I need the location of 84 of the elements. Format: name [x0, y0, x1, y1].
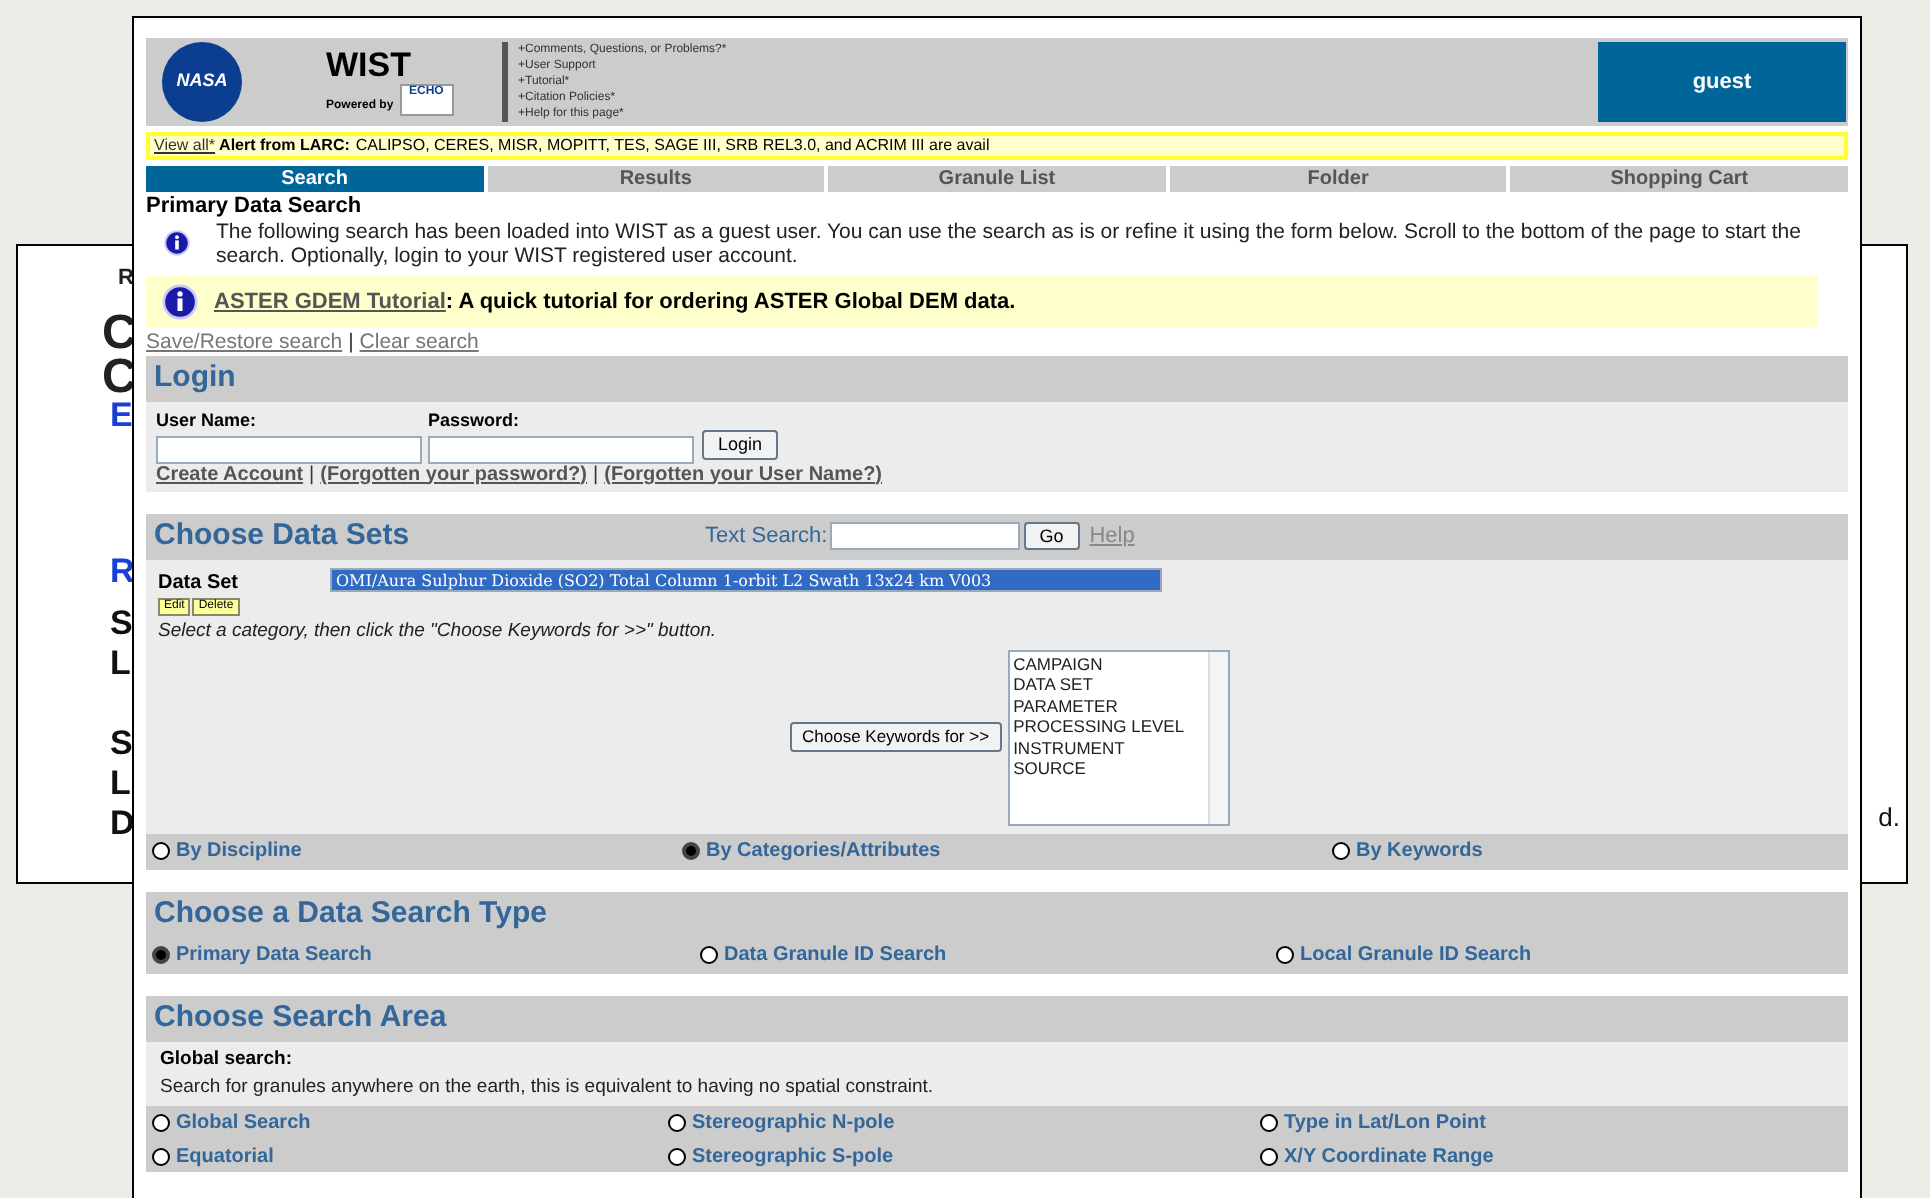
radio-button[interactable]: [152, 1114, 170, 1133]
option-label[interactable]: X/Y Coordinate Range: [1284, 1142, 1494, 1173]
radio-button[interactable]: [1260, 1114, 1278, 1133]
list-option[interactable]: PROCESSING LEVEL: [1013, 716, 1208, 738]
alert-label: Alert from LARC:: [219, 136, 350, 156]
text-search-field[interactable]: [829, 522, 1020, 550]
list-option[interactable]: INSTRUMENT: [1013, 737, 1208, 759]
text-fragment: L: [110, 642, 131, 686]
option-label[interactable]: Global Search: [176, 1108, 311, 1139]
text-fragment: S: [110, 602, 133, 646]
list-option[interactable]: PARAMETER: [1013, 695, 1208, 717]
option-label[interactable]: By Discipline: [176, 836, 302, 867]
note-title: Global search:: [160, 1045, 294, 1074]
radio-button[interactable]: [1260, 1148, 1278, 1167]
tab[interactable]: Granule List: [828, 166, 1166, 192]
text-fragment: E: [110, 394, 133, 438]
section-title: Choose Search Area: [154, 998, 447, 1038]
info-icon: [164, 230, 190, 256]
info-icon: [162, 284, 198, 320]
login-link[interactable]: (Forgotten your password?): [320, 463, 587, 487]
tab[interactable]: Shopping Cart: [1510, 166, 1848, 192]
data-set-label: Data Set: [158, 569, 241, 597]
field-label: Password:: [428, 408, 522, 434]
list-option[interactable]: CAMPAIGN: [1013, 653, 1208, 675]
login-link[interactable]: (Forgotten your User Name?): [604, 463, 883, 487]
text-fragment: d.: [1878, 800, 1900, 836]
tab[interactable]: Folder: [1169, 166, 1507, 192]
tutorial-link[interactable]: ASTER GDEM Tutorial: [214, 289, 446, 314]
radio-button[interactable]: [152, 946, 170, 965]
search-link[interactable]: Save/Restore search: [146, 330, 343, 354]
list-option[interactable]: DATA SET: [1013, 674, 1208, 696]
instruction-text: Select a category, then click the "Choose Keywords for >>" button.: [156, 617, 719, 645]
option-label[interactable]: Equatorial: [176, 1142, 274, 1173]
link-separator: |: [593, 463, 599, 487]
tutorial-text: ASTER GDEM Tutorial: A quick tutorial for ordering ASTER Global DEM data.: [214, 287, 1016, 318]
text-search-label: Text Search:: [705, 521, 828, 552]
login-button[interactable]: Login: [702, 429, 779, 459]
login-link[interactable]: Create Account: [156, 463, 304, 487]
text-fragment: C: [102, 304, 137, 360]
radio-button[interactable]: [668, 1148, 686, 1167]
radio-button[interactable]: [668, 1114, 686, 1133]
text-fragment: R: [118, 264, 134, 294]
section-title: Login: [154, 358, 236, 399]
option-label[interactable]: Primary Data Search: [176, 940, 372, 971]
radio-button[interactable]: [682, 842, 700, 861]
user-badge: guest: [1598, 42, 1846, 122]
alert-text: CALIPSO, CERES, MISR, MOPITT, TES, SAGE III, SRB REL3.0, and ACRIM III are avail: [355, 136, 990, 156]
app-title: WIST: [326, 48, 413, 84]
link-separator: |: [348, 330, 354, 354]
option-label[interactable]: By Categories/Attributes: [706, 836, 941, 867]
field-label: User Name:: [156, 408, 259, 434]
option-label[interactable]: By Keywords: [1356, 836, 1483, 867]
note-text: Search for granules anywhere on the earth, this is equivalent to having no spatial constraint.: [160, 1074, 936, 1102]
radio-button[interactable]: [700, 946, 718, 965]
section-title: Choose Data Sets: [154, 515, 410, 556]
option-label[interactable]: Data Granule ID Search: [724, 940, 947, 971]
text-fragment: R: [110, 550, 135, 594]
text-input[interactable]: [156, 435, 422, 463]
text-input[interactable]: [428, 435, 694, 463]
option-label[interactable]: Stereographic S-pole: [692, 1142, 894, 1173]
tab[interactable]: Search: [146, 166, 484, 192]
radio-button[interactable]: [152, 1148, 170, 1167]
selected-dataset[interactable]: OMI/Aura Sulphur Dioxide (SO2) Total Column 1-orbit L2 Swath 13x24 km V003: [330, 567, 1162, 591]
radio-button[interactable]: [1332, 842, 1350, 861]
go-button[interactable]: Go: [1023, 522, 1080, 550]
search-link[interactable]: Clear search: [359, 330, 479, 354]
option-label[interactable]: Local Granule ID Search: [1300, 940, 1532, 971]
text-fragment: D: [110, 802, 135, 846]
option-label[interactable]: Type in Lat/Lon Point: [1284, 1108, 1486, 1139]
option-label[interactable]: Stereographic N-pole: [692, 1108, 895, 1139]
page-title: Primary Data Search: [146, 194, 364, 218]
choose-keywords-button[interactable]: Choose Keywords for >>: [790, 722, 1002, 753]
category-listbox[interactable]: CAMPAIGN DATA SET PARAMETER PROCESSING LEVEL INSTRUMENT SOURCE: [1007, 649, 1230, 826]
text-fragment: L: [110, 762, 131, 806]
tab[interactable]: Results: [487, 166, 825, 192]
link-separator: |: [309, 463, 315, 487]
radio-button[interactable]: [152, 842, 170, 861]
notice-text: The following search has been loaded into WIST as a guest user. You can use the search as is or refine it using the form below. Scroll to the bottom of the page to start the search. Optionally, login to your WIST registered user account.: [216, 220, 1803, 268]
section-title: Choose a Data Search Type: [154, 894, 547, 934]
alert-link[interactable]: View all*: [154, 136, 216, 156]
nasa-logo: NASA: [162, 42, 242, 122]
radio-button[interactable]: [1276, 946, 1294, 965]
text-fragment: S: [110, 722, 133, 766]
list-option[interactable]: SOURCE: [1013, 758, 1208, 780]
